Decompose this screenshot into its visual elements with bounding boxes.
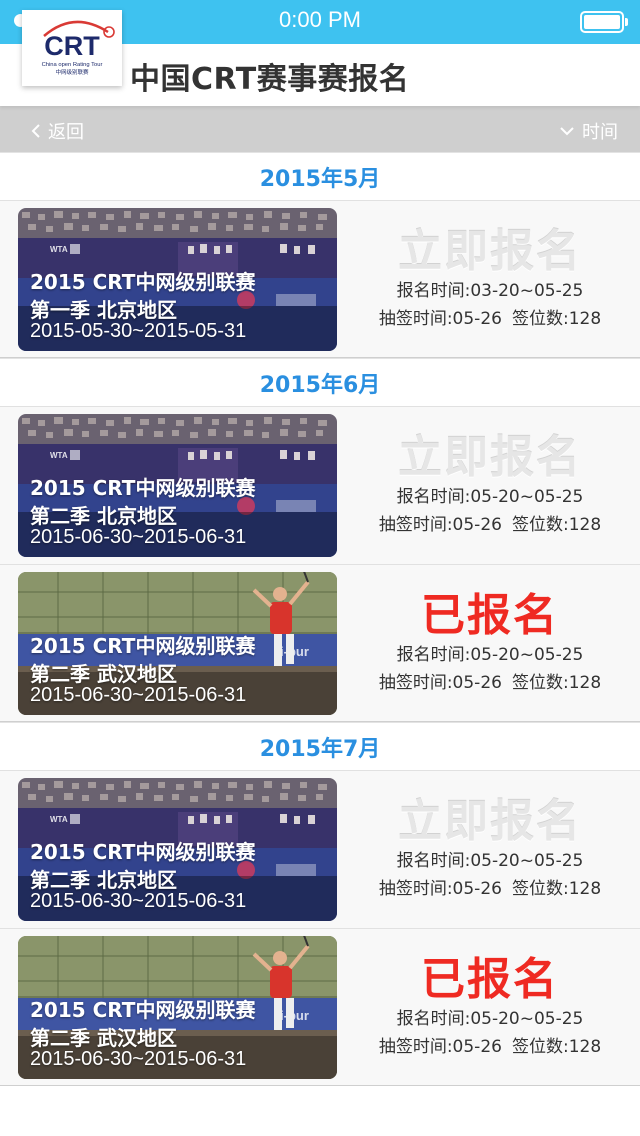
sort-by-time-button[interactable]: 时间	[558, 118, 618, 144]
event-item[interactable]: WTA 2015 CRT中网级别联赛 第二季 北京地区 2015-06-30~201…	[0, 770, 640, 928]
svg-text:i-pur: i-pur	[280, 1008, 309, 1023]
draw-info-row: 抽签时间:05-26 签位数:128	[340, 874, 640, 899]
event-info: 已报名报名时间:05-20~05-25 抽签时间:05-26 签位数:128	[340, 565, 640, 721]
event-info: 立即报名 报名时间:03-20~05-25 抽签时间:05-26 签位数:128	[340, 201, 640, 357]
event-season-location: 第二季 武汉地区	[30, 1026, 177, 1050]
registration-period: 报名时间:05-20~05-25	[396, 487, 584, 507]
logo-tagline-cn: 中网级别联赛	[55, 68, 89, 76]
event-dates: 2015-06-30~2015-06-31	[30, 684, 247, 706]
draw-slots: 签位数:128	[511, 515, 602, 535]
event-title: 2015 CRT中网级别联赛	[30, 634, 256, 658]
month-header: 2015年6月	[0, 358, 640, 406]
page-title: 中国CRT赛事赛报名	[130, 62, 410, 97]
draw-slots: 签位数:128	[511, 673, 602, 693]
svg-text:WTA: WTA	[50, 815, 68, 824]
event-info: 已报名报名时间:05-20~05-25 抽签时间:05-26 签位数:128	[340, 929, 640, 1085]
registered-status: 已报名	[421, 590, 559, 641]
event-title: 2015 CRT中网级别联赛	[30, 270, 256, 294]
event-thumbnail[interactable]: i-pur 2015 CRT中网级别联赛 第二季 武汉地区 2015-06-30~2…	[18, 936, 337, 1079]
draw-time: 抽签时间:05-26	[378, 1037, 502, 1057]
draw-info-row: 抽签时间:05-26 签位数:128	[340, 668, 640, 693]
registration-period: 报名时间:03-20~05-25	[396, 281, 584, 301]
back-label: 返回	[48, 122, 84, 143]
chevron-down-icon	[560, 127, 574, 136]
event-thumbnail[interactable]: WTA 2015 CRT中网级别联赛 第二季 北京地区 2015-06-30~201…	[18, 414, 337, 557]
draw-info-row: 抽签时间:05-26 签位数:128	[340, 1032, 640, 1057]
event-season-location: 第二季 武汉地区	[30, 662, 177, 686]
logo-text: CRT	[44, 31, 100, 61]
chevron-left-icon	[31, 124, 40, 138]
back-button[interactable]: 返回	[30, 118, 84, 144]
draw-time: 抽签时间:05-26	[378, 673, 502, 693]
registration-period: 报名时间:05-20~05-25	[396, 1009, 584, 1029]
month-header: 2015年7月	[0, 722, 640, 770]
svg-text:WTA: WTA	[50, 245, 68, 254]
draw-slots: 签位数:128	[511, 1037, 602, 1057]
register-now-button[interactable]: 立即报名	[340, 215, 640, 279]
event-item[interactable]: i-pur 2015 CRT中网级别联赛 第二季 武汉地区 2015-06-30~2…	[0, 928, 640, 1086]
crt-logo[interactable]: CRT China open Rating Tour 中网级别联赛	[22, 10, 122, 86]
registered-status: 已报名	[421, 954, 559, 1005]
event-item[interactable]: WTA 2015 CRT中网级别联赛 第二季 北京地区 2015-06-30~201…	[0, 406, 640, 564]
draw-info-row: 抽签时间:05-26 签位数:128	[340, 304, 640, 329]
event-dates: 2015-06-30~2015-06-31	[30, 526, 247, 548]
draw-slots: 签位数:128	[511, 879, 602, 899]
event-title: 2015 CRT中网级别联赛	[30, 476, 256, 500]
event-season-location: 第二季 北京地区	[30, 868, 177, 892]
event-season-location: 第二季 北京地区	[30, 504, 177, 528]
event-title: 2015 CRT中网级别联赛	[30, 840, 256, 864]
draw-slots: 签位数:128	[511, 309, 602, 329]
sort-label: 时间	[582, 122, 618, 143]
sub-navigation-bar: 返回 时间	[0, 106, 640, 152]
event-item[interactable]: WTA 2015 CRT中网级别联赛 第一季 北京地区 2015-05-30~201…	[0, 200, 640, 358]
event-thumbnail[interactable]: WTA 2015 CRT中网级别联赛 第二季 北京地区 2015-06-30~201…	[18, 778, 337, 921]
event-info: 立即报名 报名时间:05-20~05-25 抽签时间:05-26 签位数:128	[340, 771, 640, 928]
battery-icon	[580, 11, 628, 33]
event-thumbnail[interactable]: WTA 2015 CRT中网级别联赛 第一季 北京地区 2015-05-30~201…	[18, 208, 337, 351]
draw-time: 抽签时间:05-26	[378, 515, 502, 535]
logo-tagline: China open Rating Tour	[42, 62, 103, 68]
registration-period: 报名时间:05-20~05-25	[396, 851, 584, 871]
draw-time: 抽签时间:05-26	[378, 879, 502, 899]
svg-text:WTA: WTA	[50, 451, 68, 460]
event-dates: 2015-06-30~2015-06-31	[30, 890, 247, 912]
register-now-button[interactable]: 立即报名	[340, 785, 640, 849]
event-info: 立即报名 报名时间:05-20~05-25 抽签时间:05-26 签位数:128	[340, 407, 640, 564]
month-header: 2015年5月	[0, 152, 640, 200]
registration-period: 报名时间:05-20~05-25	[396, 645, 584, 665]
event-title: 2015 CRT中网级别联赛	[30, 998, 256, 1022]
event-season-location: 第一季 北京地区	[30, 298, 177, 322]
battery-fill	[584, 15, 620, 29]
event-dates: 2015-06-30~2015-06-31	[30, 1048, 247, 1070]
event-list: 2015年5月 WTA 2015 CRT中网级别联赛第一季 北京地区 2015-…	[0, 152, 640, 1086]
crt-logo-icon: CRT China open Rating Tour 中网级别联赛	[42, 20, 115, 76]
svg-text:i-pur: i-pur	[280, 644, 309, 659]
draw-info-row: 抽签时间:05-26 签位数:128	[340, 510, 640, 535]
event-dates: 2015-05-30~2015-05-31	[30, 320, 247, 342]
register-now-button[interactable]: 立即报名	[340, 421, 640, 485]
draw-time: 抽签时间:05-26	[378, 309, 502, 329]
event-thumbnail[interactable]: i-pur 2015 CRT中网级别联赛 第二季 武汉地区 2015-06-30~2…	[18, 572, 337, 715]
event-item[interactable]: i-pur 2015 CRT中网级别联赛 第二季 武汉地区 2015-06-30~2…	[0, 564, 640, 722]
